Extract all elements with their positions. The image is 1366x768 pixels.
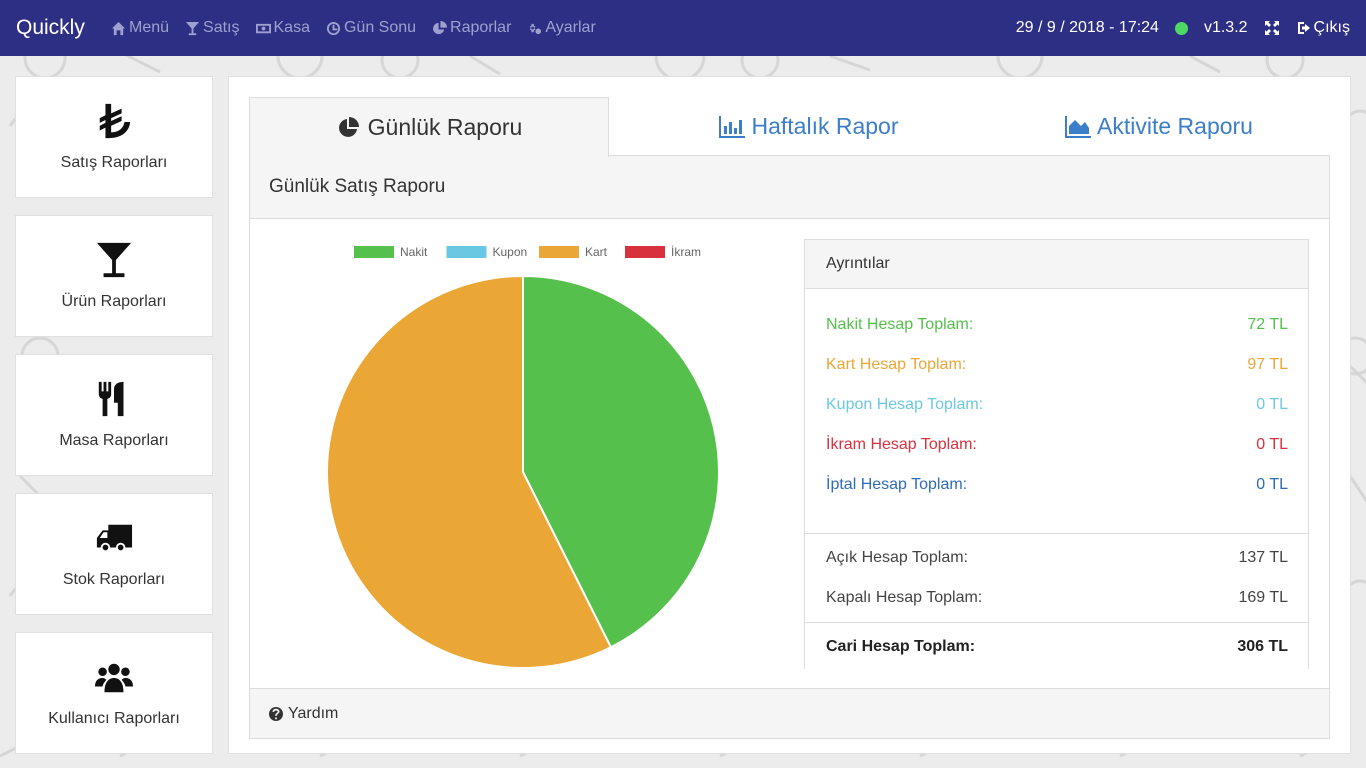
tab-label: Aktivite Raporu (1097, 113, 1253, 139)
legend-swatch[interactable] (354, 246, 394, 258)
closed-total-row: Kapalı Hesap Toplam: 169 TL (805, 578, 1308, 618)
tab-label: Haftalık Rapor (751, 113, 899, 139)
details-box: Ayrıntılar Nakit Hesap Toplam: 72 TL Kar… (804, 239, 1309, 669)
row-value: 72 TL (1247, 316, 1288, 333)
app-version: v1.3.2 (1203, 19, 1248, 36)
report-tabs: Günlük Raporu Haftalık Rapor Aktivite Ra… (249, 97, 1330, 157)
nav-item-label: Ayarlar (545, 19, 596, 36)
row-value: 0 TL (1256, 476, 1288, 493)
row-value: 97 TL (1247, 356, 1288, 373)
clock-icon (326, 21, 341, 35)
sidebar-item-label: Stok Raporları (62, 571, 166, 588)
nav-item-sales[interactable]: Satış (185, 19, 240, 37)
nav-item-label: Kasa (273, 19, 310, 36)
legend-swatch[interactable] (446, 246, 487, 258)
bar-chart-icon (719, 115, 746, 138)
open-total-row: Açık Hesap Toplam: 137 TL (805, 538, 1308, 578)
account-status-totals: Açık Hesap Toplam: 137 TL Kapalı Hesap T… (805, 534, 1308, 623)
row-label: Kapalı Hesap Toplam: (826, 589, 983, 606)
gears-icon (530, 23, 542, 34)
sidebar-item-sales-reports[interactable]: Satış Raporları (15, 76, 213, 198)
cancel-total-row: İptal Hesap Toplam: 0 TL (805, 465, 1308, 505)
nav-item-label: Gün Sonu (343, 19, 417, 36)
nav-item-label: Raporlar (450, 19, 512, 36)
legend-swatch[interactable] (539, 246, 579, 258)
card-total-row: Kart Hesap Toplam: 97 TL (805, 345, 1308, 385)
daily-report-panel: Günlük Satış Raporu Nakit Kupon Kart İkram … (249, 156, 1330, 739)
current-total: Cari Hesap Toplam: 306 TL (805, 623, 1308, 667)
row-value: 0 TL (1256, 396, 1288, 413)
cocktail-icon (185, 21, 200, 35)
legend-label[interactable]: Nakit (400, 245, 428, 259)
sign-out-icon (1297, 22, 1310, 34)
legend-label[interactable]: Kart (585, 245, 608, 259)
cash-total-row: Nakit Hesap Toplam: 72 TL (805, 305, 1308, 345)
panel-title: Günlük Satış Raporu (250, 156, 1329, 219)
question-circle-icon (269, 706, 283, 721)
daily-sales-pie-chart: Nakit Kupon Kart İkram (326, 245, 720, 669)
row-label: Kupon Hesap Toplam: (826, 396, 984, 413)
legend-swatch[interactable] (625, 246, 665, 258)
sidebar-item-label: Ürün Raporları (61, 293, 167, 310)
sidebar-item-table-reports[interactable]: Masa Raporları (15, 354, 213, 476)
logout-label: Çıkış (1313, 19, 1350, 36)
help-footer[interactable]: Yardım (250, 688, 1329, 738)
nav-item-cashbox[interactable]: Kasa (255, 19, 310, 37)
home-icon (111, 21, 126, 35)
datetime: 29 / 9 / 2018 - 17:24 (1015, 19, 1159, 36)
pie-chart-icon (338, 116, 359, 137)
row-label: İkram Hesap Toplam: (826, 436, 977, 453)
row-value: 169 TL (1238, 589, 1288, 606)
nav-right: 29 / 9 / 2018 - 17:24 v1.3.2 Çıkış (1016, 0, 1350, 56)
logout-button[interactable]: Çıkış (1296, 19, 1350, 37)
sidebar-item-stock-reports[interactable]: Stok Raporları (15, 493, 213, 615)
sidebar-item-label: Satış Raporları (60, 154, 168, 171)
nav-item-label: Satış (203, 19, 240, 36)
row-value: 0 TL (1256, 436, 1288, 453)
fullscreen-icon[interactable] (1264, 20, 1280, 36)
nav-menu: Menü Satış Kasa Gün Sonu Raporlar Ayarla… (111, 19, 596, 37)
sidebar-item-product-reports[interactable]: Ürün Raporları (15, 215, 213, 337)
report-sidebar: Satış Raporları Ürün Raporları Masa Rapo… (15, 76, 213, 768)
sidebar-item-user-reports[interactable]: Kullanıcı Raporları (15, 632, 213, 754)
legend-label[interactable]: Kupon (493, 245, 528, 259)
coupon-total-row: Kupon Hesap Toplam: 0 TL (805, 385, 1308, 425)
row-label: Açık Hesap Toplam: (826, 549, 968, 566)
app-brand[interactable]: Quickly (16, 16, 111, 40)
cutlery-icon (98, 381, 124, 417)
truck-icon (96, 524, 133, 551)
current-total-row: Cari Hesap Toplam: 306 TL (805, 627, 1308, 667)
nav-item-label: Menü (129, 19, 170, 36)
money-icon (255, 23, 271, 33)
payment-totals: Nakit Hesap Toplam: 72 TL Kart Hesap Top… (805, 289, 1308, 534)
row-value: 306 TL (1237, 638, 1288, 655)
row-label: Nakit Hesap Toplam: (826, 316, 974, 333)
row-label: İptal Hesap Toplam: (826, 476, 968, 493)
nav-item-reports[interactable]: Raporlar (432, 19, 511, 37)
users-icon (95, 663, 133, 693)
pie-chart-icon (433, 20, 448, 34)
connection-status-dot (1174, 21, 1188, 35)
nav-item-menu[interactable]: Menü (111, 19, 169, 37)
tab-label: Günlük Raporu (367, 114, 523, 140)
tab-daily-report[interactable]: Günlük Raporu (249, 97, 609, 157)
row-label: Kart Hesap Toplam: (826, 356, 967, 373)
row-label: Cari Hesap Toplam: (826, 638, 976, 655)
cocktail-icon (96, 242, 132, 278)
sidebar-item-label: Kullanıcı Raporları (48, 710, 180, 727)
nav-item-end-of-day[interactable]: Gün Sonu (326, 19, 416, 37)
legend-label[interactable]: İkram (671, 245, 701, 259)
nav-item-settings[interactable]: Ayarlar (527, 19, 596, 37)
help-label: Yardım (288, 704, 339, 722)
details-title: Ayrıntılar (805, 240, 1308, 289)
area-chart-icon (1065, 115, 1092, 138)
tab-weekly-report[interactable]: Haftalık Rapor (649, 97, 969, 156)
lira-icon (99, 103, 131, 139)
sidebar-item-label: Masa Raporları (59, 432, 169, 449)
top-navbar: Quickly Menü Satış Kasa Gün Sonu Raporla… (0, 0, 1366, 56)
complimentary-total-row: İkram Hesap Toplam: 0 TL (805, 425, 1308, 465)
row-value: 137 TL (1238, 549, 1288, 566)
main-content: Günlük Raporu Haftalık Rapor Aktivite Ra… (228, 76, 1351, 754)
tab-activity-report[interactable]: Aktivite Raporu (989, 97, 1329, 156)
